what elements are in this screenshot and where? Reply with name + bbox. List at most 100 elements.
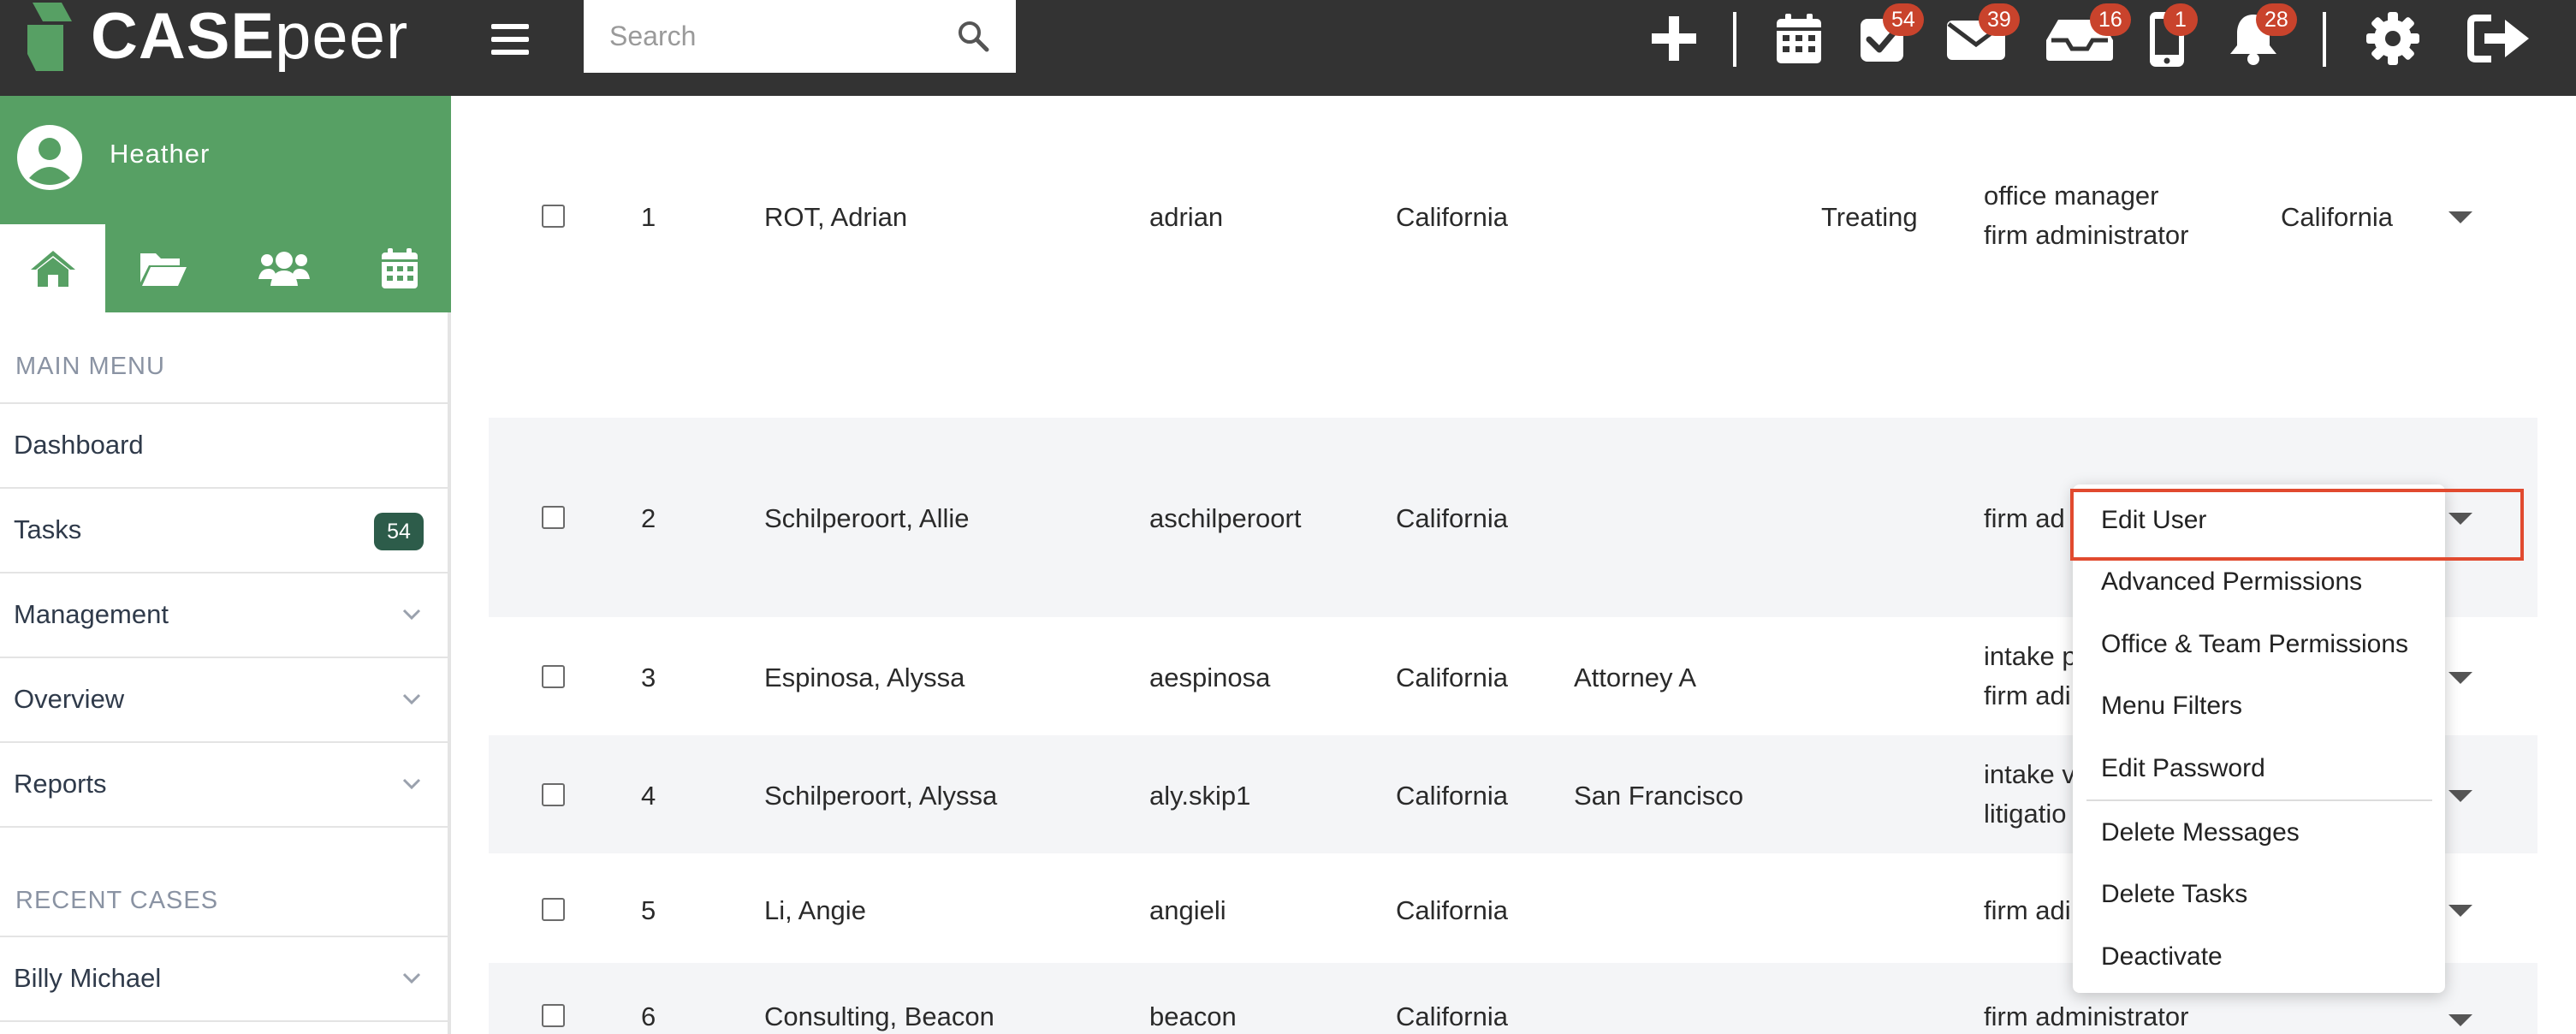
- settings-button[interactable]: [2364, 9, 2422, 68]
- calendar-icon: [381, 247, 418, 288]
- hamburger-menu-icon[interactable]: [484, 15, 536, 63]
- state-cell: California: [1396, 503, 1508, 533]
- recent-case-label: Billy Michael: [14, 963, 162, 993]
- add-button[interactable]: [1647, 9, 1701, 68]
- username-cell: adrian: [1149, 202, 1224, 232]
- phone-button[interactable]: 1: [2146, 3, 2198, 68]
- role-line: office manager: [1984, 181, 2159, 211]
- user-panel: Heather: [0, 96, 451, 224]
- row-number: 1: [641, 202, 656, 232]
- user-name-cell[interactable]: Schilperoort, Alyssa: [764, 781, 997, 811]
- menu-item-menu-filters[interactable]: Menu Filters: [2101, 692, 2242, 721]
- sidebar-item-reports[interactable]: Reports: [0, 741, 451, 826]
- menu-item-delete-tasks[interactable]: Delete Tasks: [2101, 880, 2247, 909]
- search-input[interactable]: [609, 0, 952, 73]
- sidebar-item-label: Reports: [14, 769, 107, 799]
- user-name-cell[interactable]: Espinosa, Alyssa: [764, 663, 965, 693]
- user-actions-menu: Edit User Advanced Permissions Office & …: [2073, 484, 2445, 993]
- row-checkbox[interactable]: [542, 1004, 565, 1027]
- folder-icon: [139, 253, 187, 286]
- sidebar-item-label: Tasks: [14, 514, 82, 544]
- recent-cases-label: RECENT CASES: [15, 887, 219, 914]
- menu-item-deactivate[interactable]: Deactivate: [2101, 942, 2223, 972]
- search-icon[interactable]: [956, 19, 990, 53]
- sidebar-item-label: Overview: [14, 684, 125, 714]
- inbox-badge: 16: [2090, 3, 2131, 36]
- notifications-button[interactable]: 28: [2225, 3, 2297, 68]
- state-cell: California: [1396, 895, 1508, 925]
- user-name-cell[interactable]: Li, Angie: [764, 895, 866, 926]
- sidebar-item-tasks[interactable]: Tasks 54: [0, 487, 451, 572]
- topbar-divider: [2323, 12, 2326, 67]
- user-name-cell[interactable]: ROT, Adrian: [764, 202, 907, 233]
- team-cell: San Francisco: [1574, 781, 1744, 811]
- role-line: litigatio: [1984, 799, 2067, 829]
- row-number: 5: [641, 895, 656, 925]
- tab-contacts[interactable]: [221, 224, 347, 312]
- brand-name: CASEpeer: [91, 0, 409, 73]
- user-avatar-icon[interactable]: [15, 123, 84, 192]
- username-cell: beacon: [1149, 1001, 1237, 1031]
- table-row: 1 ROT, Adrian adrian California Treating…: [489, 96, 2537, 418]
- user-name-cell[interactable]: Schilperoort, Allie: [764, 503, 970, 534]
- row-number: 3: [641, 663, 656, 692]
- user-name-cell[interactable]: Consulting, Beacon: [764, 1001, 994, 1032]
- sidebar-divider: [0, 826, 451, 828]
- sidebar-item-label: Management: [14, 599, 169, 629]
- menu-item-office-team-permissions[interactable]: Office & Team Permissions: [2101, 630, 2408, 659]
- sidebar-item-overview[interactable]: Overview: [0, 657, 451, 741]
- username-cell: aly.skip1: [1149, 781, 1251, 811]
- logout-icon: [2467, 15, 2529, 62]
- menu-item-delete-messages[interactable]: Delete Messages: [2101, 818, 2300, 847]
- row-checkbox[interactable]: [542, 506, 565, 529]
- chevron-down-icon: [402, 778, 421, 790]
- inbox-button[interactable]: 16: [2044, 3, 2131, 68]
- app-logo[interactable]: CASEpeer: [24, 0, 408, 74]
- row-actions-caret-icon[interactable]: [2448, 672, 2472, 684]
- calendar-icon: [1777, 14, 1821, 63]
- row-actions-caret-icon[interactable]: [2448, 790, 2472, 802]
- role-line: intake v: [1984, 759, 2075, 789]
- logout-button[interactable]: [2466, 9, 2531, 68]
- role-cell: office manager firm administrator: [1984, 176, 2188, 255]
- role-cell: firm administrator: [1984, 1001, 2189, 1031]
- chevron-down-icon: [402, 609, 421, 621]
- chevron-down-icon: [402, 693, 421, 705]
- tasks-button[interactable]: 54: [1857, 3, 1924, 68]
- row-checkbox[interactable]: [542, 898, 565, 921]
- tab-calendar[interactable]: [347, 224, 451, 312]
- username-cell: angieli: [1149, 895, 1226, 925]
- sidebar-item-management[interactable]: Management: [0, 572, 451, 657]
- tab-cases[interactable]: [105, 224, 221, 312]
- state-cell: California: [1396, 663, 1508, 692]
- row-actions-caret-icon[interactable]: [2448, 1014, 2472, 1026]
- row-actions-caret-icon[interactable]: [2448, 905, 2472, 917]
- role-cell: intake p firm adi: [1984, 637, 2077, 716]
- sidebar-item-dashboard[interactable]: Dashboard: [0, 402, 451, 487]
- messages-button[interactable]: 39: [1944, 3, 2020, 68]
- row-actions-caret-icon[interactable]: [2448, 211, 2472, 223]
- row-checkbox[interactable]: [542, 205, 565, 228]
- edit-user-highlight-box: [2070, 489, 2524, 561]
- chevron-down-icon: [402, 972, 421, 984]
- menu-divider: [2086, 799, 2432, 801]
- tasks-badge: 54: [1883, 3, 1924, 36]
- menu-item-edit-password[interactable]: Edit Password: [2101, 754, 2265, 783]
- row-checkbox[interactable]: [542, 665, 565, 688]
- state-cell: California: [1396, 202, 1508, 232]
- tab-home[interactable]: [0, 224, 105, 312]
- status-cell: Treating: [1821, 202, 1918, 232]
- phone-badge: 1: [2163, 3, 2198, 36]
- row-checkbox[interactable]: [542, 783, 565, 806]
- topbar-divider: [1733, 12, 1736, 67]
- menu-item-advanced-permissions[interactable]: Advanced Permissions: [2101, 568, 2362, 597]
- sidebar: Heather MAIN MENU Dashboard Tasks 54 Man…: [0, 96, 451, 1034]
- casepeer-leaf-icon: [27, 3, 72, 71]
- calendar-button[interactable]: [1772, 9, 1826, 68]
- notifications-badge: 28: [2256, 3, 2297, 36]
- username-cell: aespinosa: [1149, 663, 1271, 692]
- add-icon: [1652, 16, 1696, 61]
- recent-case-item[interactable]: Billy Michael: [0, 936, 451, 1020]
- home-icon: [30, 250, 75, 287]
- user-name[interactable]: Heather: [110, 139, 210, 169]
